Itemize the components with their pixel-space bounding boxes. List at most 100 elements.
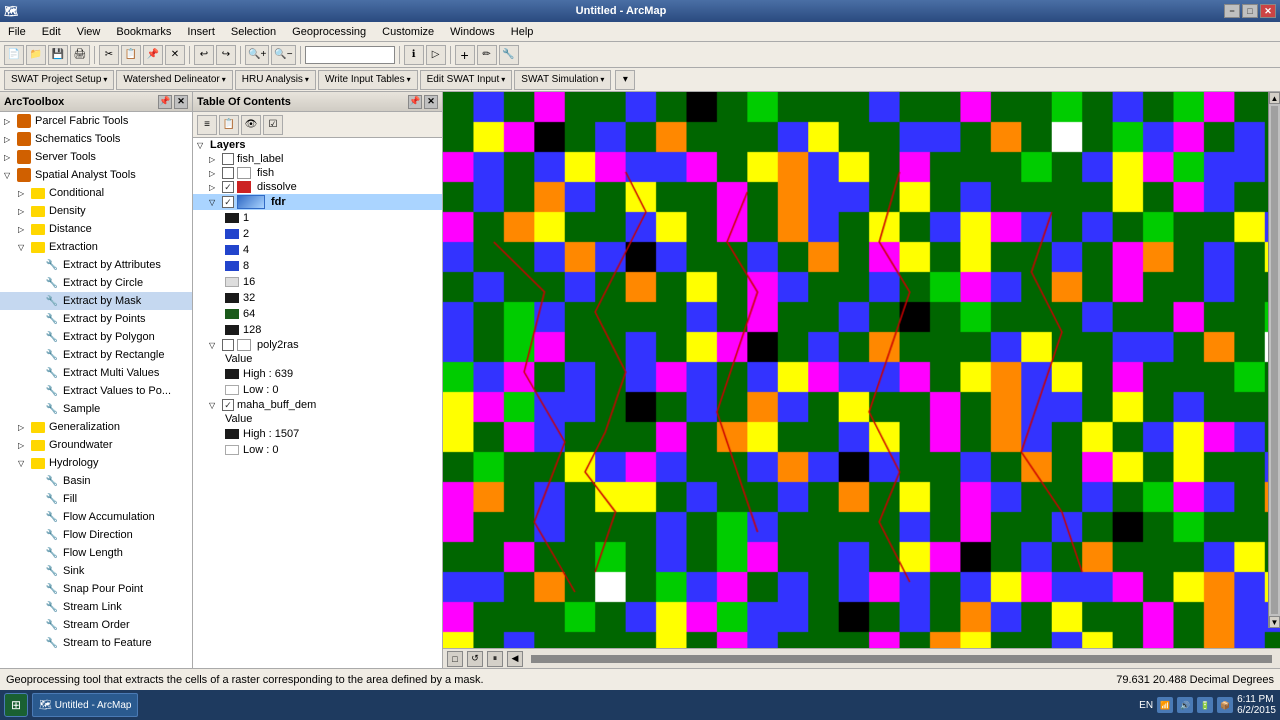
- toolbox-item-spatial[interactable]: ▽ Spatial Analyst Tools: [0, 166, 192, 184]
- swat-simulation[interactable]: SWAT Simulation ▾: [514, 70, 611, 90]
- maximize-button[interactable]: □: [1242, 4, 1258, 18]
- toolbox-item-groundwater[interactable]: ▷ Groundwater: [0, 436, 192, 454]
- toc-list-view[interactable]: ≡: [197, 115, 217, 135]
- menu-geoprocessing[interactable]: Geoprocessing: [288, 25, 370, 39]
- menu-edit[interactable]: Edit: [38, 25, 65, 39]
- toolbox-item-parcel[interactable]: ▷ Parcel Fabric Tools: [0, 112, 192, 130]
- toc-fish[interactable]: ▷ fish: [193, 166, 442, 180]
- hru-analysis[interactable]: HRU Analysis ▾: [235, 70, 316, 90]
- toolbox-item-flow-direction[interactable]: 🔧 Flow Direction: [0, 526, 192, 544]
- redo-button[interactable]: ↪: [216, 45, 236, 65]
- add-data-button[interactable]: +: [455, 45, 475, 65]
- menu-file[interactable]: File: [4, 25, 30, 39]
- toolbox-item-extract-by-circle[interactable]: 🔧 Extract by Circle: [0, 274, 192, 292]
- scroll-thumb-v[interactable]: [1271, 106, 1278, 614]
- scroll-up-btn[interactable]: ▲: [1269, 92, 1280, 104]
- select-button[interactable]: ▷: [426, 45, 446, 65]
- swat-project-setup[interactable]: SWAT Project Setup ▾: [4, 70, 114, 90]
- toolbox-item-flow-accumulation[interactable]: 🔧 Flow Accumulation: [0, 508, 192, 526]
- toc-maha-buff-dem[interactable]: ▽ maha_buff_dem: [193, 398, 442, 412]
- map-pause-btn[interactable]: ⏸: [487, 651, 503, 667]
- toolbox-item-stream-order[interactable]: 🔧 Stream Order: [0, 616, 192, 634]
- toc-poly2ras[interactable]: ▽ poly2ras: [193, 338, 442, 352]
- undo-button[interactable]: ↩: [194, 45, 214, 65]
- toc-dissolve[interactable]: ▷ dissolve: [193, 180, 442, 194]
- toc-close[interactable]: ✕: [424, 95, 438, 109]
- toolbox-item-density[interactable]: ▷ Density: [0, 202, 192, 220]
- fdr-checkbox[interactable]: [222, 196, 234, 208]
- save-button[interactable]: 💾: [48, 45, 68, 65]
- open-button[interactable]: 📁: [26, 45, 46, 65]
- toolbox-item-fill[interactable]: 🔧 Fill: [0, 490, 192, 508]
- zoom-out-button[interactable]: 🔍−: [271, 45, 295, 65]
- toolbox-item-sink[interactable]: 🔧 Sink: [0, 562, 192, 580]
- toolbox-item-sample[interactable]: 🔧 Sample: [0, 400, 192, 418]
- toc-pin[interactable]: 📌: [408, 95, 422, 109]
- toolbox-item-extract-by-mask[interactable]: 🔧 Extract by Mask: [0, 292, 192, 310]
- close-button[interactable]: ✕: [1260, 4, 1276, 18]
- toolbox-item-flow-length[interactable]: 🔧 Flow Length: [0, 544, 192, 562]
- scale-input[interactable]: 1:4,408,005: [305, 46, 395, 64]
- paste-button[interactable]: 📌: [143, 45, 163, 65]
- start-button[interactable]: ⊞: [4, 693, 28, 717]
- toc-fish-label[interactable]: ▷ fish_label: [193, 152, 442, 166]
- identify-button[interactable]: ℹ: [404, 45, 424, 65]
- menu-windows[interactable]: Windows: [446, 25, 499, 39]
- scroll-down-btn[interactable]: ▼: [1269, 616, 1280, 628]
- menu-help[interactable]: Help: [507, 25, 538, 39]
- map-scrollbar-v[interactable]: ▲ ▼: [1268, 92, 1280, 628]
- toolbox-item-extract-by-rect[interactable]: 🔧 Extract by Rectangle: [0, 346, 192, 364]
- delete-button[interactable]: ✕: [165, 45, 185, 65]
- write-input-tables[interactable]: Write Input Tables ▾: [318, 70, 418, 90]
- edit-swat-input[interactable]: Edit SWAT Input ▾: [420, 70, 513, 90]
- toc-layers-root[interactable]: ▽ Layers: [193, 138, 442, 152]
- map-refresh-btn[interactable]: ↺: [467, 651, 483, 667]
- toc-fdr[interactable]: ▽ fdr: [193, 194, 442, 210]
- cut-button[interactable]: ✂: [99, 45, 119, 65]
- toolbox-item-extract-by-points[interactable]: 🔧 Extract by Points: [0, 310, 192, 328]
- print-button[interactable]: 🖨: [70, 45, 90, 65]
- toolbox-item-extract-multi[interactable]: 🔧 Extract Multi Values: [0, 364, 192, 382]
- toolbox-item-extract-by-attr[interactable]: 🔧 Extract by Attributes: [0, 256, 192, 274]
- toc-list-visibility[interactable]: 👁: [241, 115, 261, 135]
- toolbox-item-distance[interactable]: ▷ Distance: [0, 220, 192, 238]
- menu-customize[interactable]: Customize: [378, 25, 438, 39]
- toolbox-item-conditional[interactable]: ▷ Conditional: [0, 184, 192, 202]
- toolbox-item-snap-pour[interactable]: 🔧 Snap Pour Point: [0, 580, 192, 598]
- arctoolbox-close[interactable]: ✕: [174, 95, 188, 109]
- map-stop-btn[interactable]: ◀: [507, 651, 523, 667]
- minimize-button[interactable]: −: [1224, 4, 1240, 18]
- taskbar-arcmap[interactable]: 🗺 Untitled - ArcMap: [32, 693, 138, 717]
- map-goto-btn[interactable]: □: [447, 651, 463, 667]
- new-button[interactable]: 📄: [4, 45, 24, 65]
- toolbox-item-generalization[interactable]: ▷ Generalization: [0, 418, 192, 436]
- copy-button[interactable]: 📋: [121, 45, 141, 65]
- arctoolbox-button[interactable]: 🔧: [499, 45, 519, 65]
- maha-checkbox[interactable]: [222, 399, 234, 411]
- toolbox-item-extract-by-polygon[interactable]: 🔧 Extract by Polygon: [0, 328, 192, 346]
- menu-insert[interactable]: Insert: [183, 25, 219, 39]
- arctoolbox-pin[interactable]: 📌: [158, 95, 172, 109]
- zoom-in-button[interactable]: 🔍+: [245, 45, 269, 65]
- toolbox-item-schematics[interactable]: ▷ Schematics Tools: [0, 130, 192, 148]
- fish-label-checkbox[interactable]: [222, 153, 234, 165]
- editor-button[interactable]: ✏: [477, 45, 497, 65]
- toolbox-item-extract-values-to-po[interactable]: 🔧 Extract Values to Po...: [0, 382, 192, 400]
- menu-selection[interactable]: Selection: [227, 25, 280, 39]
- toolbox-item-stream-link[interactable]: 🔧 Stream Link: [0, 598, 192, 616]
- toc-list-selection[interactable]: ☑: [263, 115, 283, 135]
- toolbox-item-hydrology[interactable]: ▽ Hydrology: [0, 454, 192, 472]
- swat-extra-btn[interactable]: ▾: [615, 70, 635, 90]
- fish-checkbox[interactable]: [222, 167, 234, 179]
- map-area[interactable]: ▲ ▼: [443, 92, 1280, 648]
- toolbox-item-extraction[interactable]: ▽ Extraction: [0, 238, 192, 256]
- poly2ras-checkbox[interactable]: [222, 339, 234, 351]
- dissolve-checkbox[interactable]: [222, 181, 234, 193]
- toolbox-item-stream-to-feature[interactable]: 🔧 Stream to Feature: [0, 634, 192, 652]
- toolbox-item-server[interactable]: ▷ Server Tools: [0, 148, 192, 166]
- menu-bookmarks[interactable]: Bookmarks: [112, 25, 175, 39]
- menu-view[interactable]: View: [73, 25, 105, 39]
- watershed-delineator[interactable]: Watershed Delineator ▾: [116, 70, 232, 90]
- toolbox-item-basin[interactable]: 🔧 Basin: [0, 472, 192, 490]
- toc-list-by-source[interactable]: 📋: [219, 115, 239, 135]
